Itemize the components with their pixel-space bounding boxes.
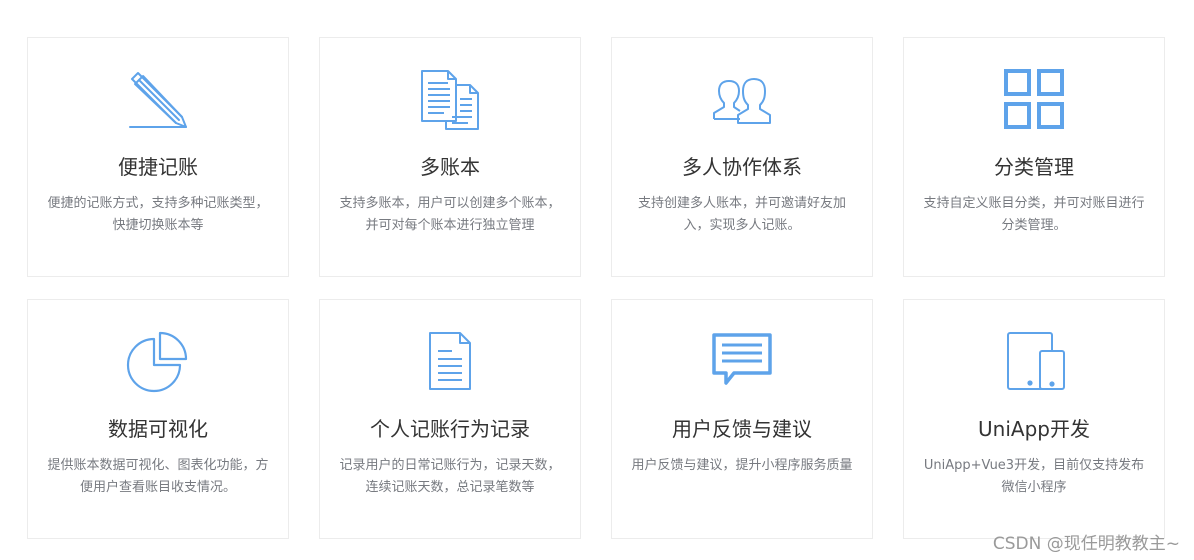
devices-icon [1002, 329, 1066, 393]
feature-description-line: 连续记账天数，总记录笔数等 [365, 480, 535, 495]
feature-description-line: 入，实现多人记账。 [683, 218, 801, 233]
feature-description: 便捷的记账方式，支持多种记账类型， 快捷切换账本等 [38, 193, 278, 237]
feature-card-behavior-record[interactable]: 个人记账行为记录 记录用户的日常记账行为，记录天数， 连续记账天数，总记录笔数等 [319, 299, 581, 539]
feature-description: 记录用户的日常记账行为，记录天数， 连续记账天数，总记录笔数等 [330, 455, 570, 499]
feature-title: 多人协作体系 [682, 155, 802, 179]
feature-card-feedback[interactable]: 用户反馈与建议 用户反馈与建议，提升小程序服务质量 [611, 299, 873, 539]
feature-description-line: 便用户查看账目收支情况。 [79, 480, 236, 495]
feature-card-data-visualization[interactable]: 数据可视化 提供账本数据可视化、图表化功能，方 便用户查看账目收支情况。 [27, 299, 289, 539]
feature-description-line: 并可对每个账本进行独立管理 [365, 218, 535, 233]
pencil-icon [126, 67, 190, 131]
feature-grid: 便捷记账 便捷的记账方式，支持多种记账类型， 快捷切换账本等 多账本 支持多账本… [27, 37, 1165, 539]
feature-title: UniApp开发 [978, 417, 1090, 441]
feature-card-category-management[interactable]: 分类管理 支持自定义账目分类，并可对账目进行 分类管理。 [903, 37, 1165, 277]
documents-icon [418, 67, 482, 131]
feature-title: 用户反馈与建议 [672, 417, 812, 441]
feature-description-line: 分类管理。 [1001, 218, 1067, 233]
feature-description: 提供账本数据可视化、图表化功能，方 便用户查看账目收支情况。 [38, 455, 278, 499]
grid-icon [1002, 67, 1066, 131]
feature-card-uniapp[interactable]: UniApp开发 UniApp+Vue3开发，目前仅支持发布 微信小程序 [903, 299, 1165, 539]
feature-card-multi-user[interactable]: 多人协作体系 支持创建多人账本，并可邀请好友加 入，实现多人记账。 [611, 37, 873, 277]
feature-description-line: UniApp+Vue3开发，目前仅支持发布 [923, 458, 1145, 473]
feature-title: 便捷记账 [118, 155, 198, 179]
feature-description: UniApp+Vue3开发，目前仅支持发布 微信小程序 [914, 455, 1154, 499]
feature-description-line: 支持创建多人账本，并可邀请好友加 [637, 196, 846, 211]
feature-description: 支持创建多人账本，并可邀请好友加 入，实现多人记账。 [622, 193, 862, 237]
feature-title: 个人记账行为记录 [370, 417, 530, 441]
csdn-watermark: CSDN @现任明教教主~ [992, 534, 1180, 554]
users-icon [710, 67, 774, 131]
feature-description-line: 快捷切换账本等 [112, 218, 204, 233]
feature-description-line: 用户反馈与建议，提升小程序服务质量 [631, 458, 853, 473]
feature-description-line: 支持自定义账目分类，并可对账目进行 [923, 196, 1145, 211]
feature-card-multi-ledger[interactable]: 多账本 支持多账本，用户可以创建多个账本， 并可对每个账本进行独立管理 [319, 37, 581, 277]
feature-title: 数据可视化 [108, 417, 208, 441]
feature-description-line: 支持多账本，用户可以创建多个账本， [339, 196, 561, 211]
pie-chart-icon [126, 329, 190, 393]
feature-title: 分类管理 [994, 155, 1074, 179]
feature-description: 支持自定义账目分类，并可对账目进行 分类管理。 [914, 193, 1154, 237]
feature-card-quick-bookkeeping[interactable]: 便捷记账 便捷的记账方式，支持多种记账类型， 快捷切换账本等 [27, 37, 289, 277]
feature-title: 多账本 [420, 155, 480, 179]
chat-bubble-icon [710, 329, 774, 393]
feature-description-line: 记录用户的日常记账行为，记录天数， [339, 458, 561, 473]
page: 便捷记账 便捷的记账方式，支持多种记账类型， 快捷切换账本等 多账本 支持多账本… [0, 0, 1194, 560]
feature-description-line: 便捷的记账方式，支持多种记账类型， [47, 196, 269, 211]
feature-description-line: 微信小程序 [1001, 480, 1067, 495]
feature-description-line: 提供账本数据可视化、图表化功能，方 [47, 458, 269, 473]
document-icon [418, 329, 482, 393]
feature-description: 用户反馈与建议，提升小程序服务质量 [622, 455, 862, 477]
feature-description: 支持多账本，用户可以创建多个账本， 并可对每个账本进行独立管理 [330, 193, 570, 237]
